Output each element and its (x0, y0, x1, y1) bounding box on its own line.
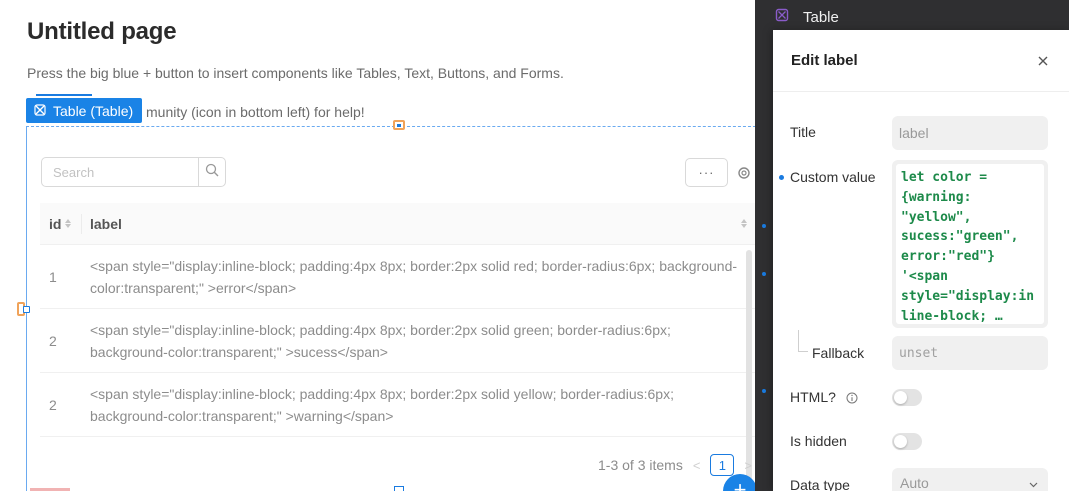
page-hint-text: Press the big blue + button to insert co… (27, 65, 564, 81)
table-header-row: id label (40, 203, 755, 245)
pagination: 1-3 of 3 items < 1 > (598, 454, 752, 476)
title-field-label: Title (790, 124, 816, 140)
inspector-indicator-dot (762, 272, 766, 276)
column-header-label[interactable]: label (82, 216, 755, 232)
community-hint-text: munity (icon in bottom left) for help! (146, 104, 365, 120)
cell-id: 2 (49, 396, 57, 413)
sort-icon[interactable] (741, 219, 747, 228)
pagination-summary: 1-3 of 3 items (598, 457, 683, 473)
custom-value-editor: let color = {warning: "yellow", sucess:"… (892, 160, 1048, 328)
fallback-connector (798, 330, 808, 352)
next-page-button[interactable]: > (744, 458, 752, 473)
edit-panel-title: Edit label (791, 52, 858, 69)
component-tag[interactable]: Table (Table) (26, 98, 143, 123)
hidden-toggle-label: Is hidden (790, 433, 847, 449)
custom-value-label: Custom value (790, 169, 876, 185)
fallback-input[interactable]: unset (892, 336, 1048, 370)
search-icon (205, 163, 219, 182)
data-table: id label 1 <span style="display:inline-b… (40, 203, 755, 437)
sort-icon[interactable] (65, 219, 72, 228)
page-title: Untitled page (27, 18, 177, 45)
edit-label-panel: Edit label Title label Custom value let … (773, 30, 1069, 491)
custom-value-code[interactable]: let color = {warning: "yellow", sucess:"… (896, 164, 1044, 324)
modified-indicator-dot (779, 175, 784, 180)
table-component-icon (34, 103, 46, 119)
inspector-header: Table (775, 6, 839, 28)
cell-label: <span style="display:inline-block; paddi… (90, 385, 674, 424)
inspector-indicator-dot (762, 224, 766, 228)
edit-panel-header: Edit label (773, 30, 1069, 92)
table-row[interactable]: 1 <span style="display:inline-block; pad… (40, 245, 755, 309)
resize-anchor-left[interactable] (23, 306, 30, 313)
resize-handle-top[interactable] (393, 120, 405, 130)
html-toggle[interactable] (892, 389, 922, 406)
data-type-label: Data type (790, 477, 850, 491)
prev-page-button[interactable]: < (693, 458, 701, 473)
resize-handle-bottom[interactable] (394, 486, 404, 491)
cell-id: 1 (49, 268, 57, 285)
column-header-id[interactable]: id (40, 213, 82, 234)
fallback-label: Fallback (812, 345, 865, 361)
inspector-indicator-dot (762, 389, 766, 393)
table-row[interactable]: 2 <span style="display:inline-block; pad… (40, 309, 755, 373)
cell-id: 2 (49, 332, 57, 349)
more-options-button[interactable]: ··· (685, 158, 728, 187)
chevron-down-icon (1029, 475, 1038, 491)
data-type-value: Auto (900, 475, 929, 491)
component-tag-label: Table (Table) (53, 102, 134, 119)
search-input[interactable] (42, 158, 198, 186)
page-canvas: Untitled page Press the big blue + butto… (0, 0, 755, 491)
cell-label: <span style="display:inline-block; paddi… (90, 257, 738, 296)
table-component-icon (775, 8, 789, 26)
inspector-title: Table (803, 8, 839, 26)
cell-label: <span style="display:inline-block; paddi… (90, 321, 671, 360)
hidden-toggle[interactable] (892, 433, 922, 450)
table-search (41, 157, 226, 187)
info-icon[interactable] (846, 392, 858, 404)
search-button[interactable] (198, 158, 225, 186)
title-input[interactable]: label (892, 116, 1048, 150)
data-type-select[interactable]: Auto (892, 468, 1048, 491)
gear-icon[interactable] (737, 165, 751, 186)
page-number-button[interactable]: 1 (710, 454, 735, 476)
hint-underline (36, 94, 92, 96)
html-toggle-label: HTML? (790, 389, 858, 405)
table-row[interactable]: 2 <span style="display:inline-block; pad… (40, 373, 755, 437)
close-icon[interactable] (1036, 54, 1050, 68)
